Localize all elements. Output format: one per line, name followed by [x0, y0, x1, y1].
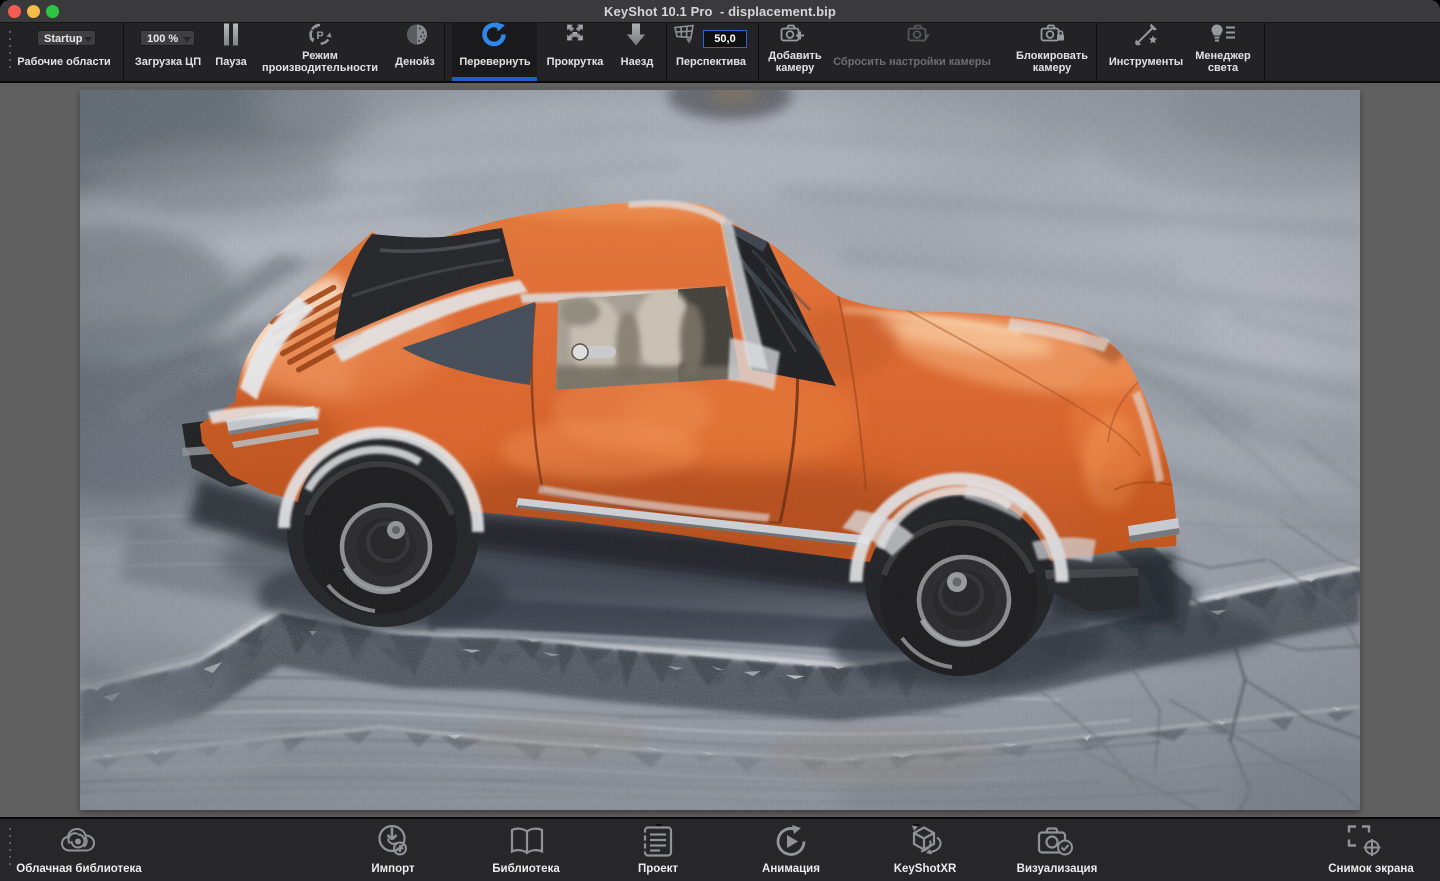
- svg-text:P: P: [316, 30, 323, 42]
